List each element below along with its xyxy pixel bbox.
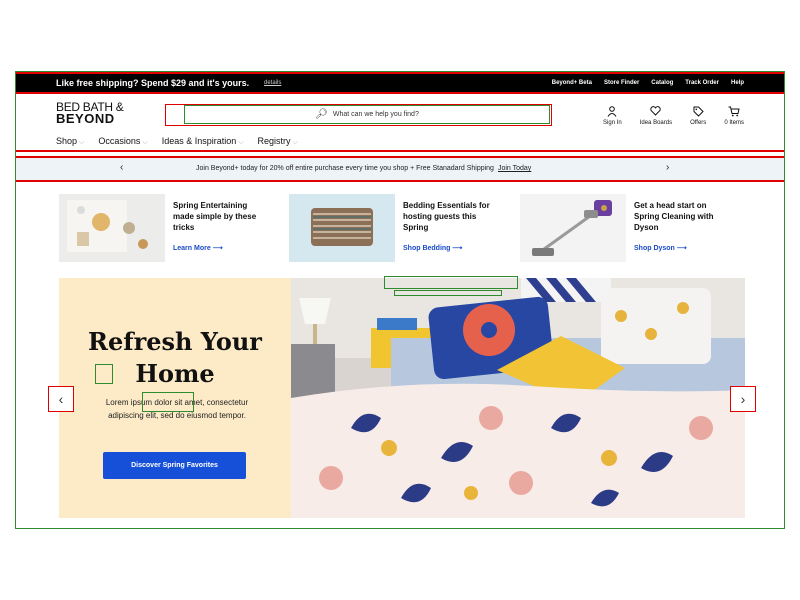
chevron-down-icon: ⌵ — [79, 139, 85, 146]
hero-text-panel: Refresh Your Home Lorem ipsum dolor sit … — [59, 278, 291, 518]
shop-dyson-link[interactable]: Shop Dyson ⟶ — [634, 244, 687, 252]
track-order-link[interactable]: Track Order — [685, 80, 719, 86]
idea-boards-label: Idea Boards — [639, 120, 673, 126]
shop-dyson-label: Shop Dyson — [634, 245, 675, 252]
join-text: Join Beyond+ today for 20% off entire pu… — [196, 165, 494, 172]
cart-button[interactable]: 0 Items — [724, 106, 744, 126]
heart-icon — [650, 106, 662, 118]
user-icon — [607, 106, 617, 118]
nav-label-registry: Registry — [257, 136, 291, 146]
main-nav: Shop ⌵ Occasions ⌵ Ideas & Inspiration ⌵ Re… — [56, 136, 298, 147]
promo-details-link[interactable]: details — [264, 80, 281, 86]
search-input[interactable]: 🔎︎ What can we help you find? — [184, 105, 550, 124]
join-banner: ‹ Join Beyond+ today for 20% off entire … — [16, 156, 784, 182]
offers-button[interactable]: Offers — [690, 106, 706, 126]
dyson-vacuum-image — [520, 194, 626, 262]
logo[interactable]: BED BATH & BEYOND — [56, 101, 124, 126]
nav-item-occasions[interactable]: Occasions ⌵ — [98, 136, 147, 147]
search-placeholder: What can we help you find? — [332, 111, 419, 118]
join-banner-text: Join Beyond+ today for 20% off entire pu… — [196, 165, 531, 172]
arrow-right-icon: ⟶ — [452, 245, 463, 252]
arrow-right-icon: ⟶ — [212, 245, 223, 252]
nav-item-shop[interactable]: Shop ⌵ — [56, 136, 84, 147]
logo-line-2: BEYOND — [56, 111, 115, 126]
bedding-pillow-image — [289, 194, 395, 262]
annotation-box — [394, 290, 502, 296]
offers-label: Offers — [690, 120, 707, 126]
carousel-next-button[interactable]: › — [730, 386, 756, 412]
discover-spring-favorites-button[interactable]: Discover Spring Favorites — [103, 452, 246, 479]
page-frame: Like free shipping? Spend $29 and it's y… — [15, 71, 785, 529]
learn-more-label: Learn More — [173, 245, 211, 252]
card-title: Spring Entertaining made simple by these… — [173, 201, 257, 232]
nav-label-ideas: Ideas & Inspiration — [161, 136, 237, 146]
banner-prev-chevron-icon[interactable]: ‹ — [120, 162, 123, 173]
entertaining-image — [59, 194, 165, 262]
promo-card-dyson[interactable]: Get a head start on Spring Cleaning with… — [520, 194, 730, 262]
card-title: Bedding Essentials for hosting guests th… — [403, 201, 490, 232]
annotation-box — [95, 364, 113, 384]
arrow-right-icon: ⟶ — [676, 245, 687, 252]
nav-label-shop: Shop — [56, 136, 78, 146]
cart-label: 0 Items — [724, 120, 744, 126]
promo-bar: Like free shipping? Spend $29 and it's y… — [16, 72, 784, 94]
shop-bedding-link[interactable]: Shop Bedding ⟶ — [403, 244, 462, 252]
cart-icon — [728, 106, 740, 118]
catalog-link[interactable]: Catalog — [651, 80, 673, 86]
sign-in-label: Sign In — [603, 120, 622, 126]
tag-icon — [693, 106, 704, 118]
beyond-beta-link[interactable]: Beyond+ Beta — [552, 80, 592, 86]
store-finder-link[interactable]: Store Finder — [604, 80, 639, 86]
join-today-link[interactable]: Join Today — [498, 165, 531, 172]
help-link[interactable]: Help — [731, 80, 744, 86]
promo-text: Like free shipping? Spend $29 and it's y… — [56, 78, 250, 88]
banner-next-chevron-icon[interactable]: › — [666, 162, 669, 173]
promo-card-entertaining[interactable]: Spring Entertaining made simple by these… — [59, 194, 269, 262]
carousel-prev-button[interactable]: ‹ — [48, 386, 74, 412]
site-header: BED BATH & BEYOND 🔎︎ What can we help yo… — [16, 94, 784, 152]
chevron-down-icon: ⌵ — [238, 139, 244, 146]
chevron-down-icon: ⌵ — [292, 139, 298, 146]
chevron-right-icon: › — [740, 391, 746, 407]
annotation-box — [142, 392, 194, 412]
search-icon: 🔎︎ — [315, 109, 328, 120]
nav-item-ideas[interactable]: Ideas & Inspiration ⌵ — [162, 136, 244, 147]
hero-title-line-1: Refresh Your — [88, 327, 262, 356]
promo-card-bedding[interactable]: Bedding Essentials for hosting guests th… — [289, 194, 499, 262]
shop-bedding-label: Shop Bedding — [403, 245, 451, 252]
hero-title-line-2: Home — [135, 359, 215, 388]
card-title: Get a head start on Spring Cleaning with… — [634, 201, 714, 232]
header-icons: Sign In Idea Boards Offers 0 Items — [603, 106, 744, 126]
nav-item-registry[interactable]: Registry ⌵ — [258, 136, 298, 147]
annotation-box — [384, 276, 518, 289]
nav-label-occasions: Occasions — [98, 136, 141, 146]
idea-boards-button[interactable]: Idea Boards — [640, 106, 672, 126]
chevron-left-icon: ‹ — [58, 391, 64, 407]
hero-title: Refresh Your Home — [59, 326, 291, 390]
learn-more-link[interactable]: Learn More ⟶ — [173, 244, 223, 252]
chevron-down-icon: ⌵ — [142, 139, 148, 146]
utility-links: Beyond+ Beta Store Finder Catalog Track … — [552, 80, 744, 86]
hero-bedroom-image — [291, 278, 745, 518]
sign-in-button[interactable]: Sign In — [603, 106, 622, 126]
